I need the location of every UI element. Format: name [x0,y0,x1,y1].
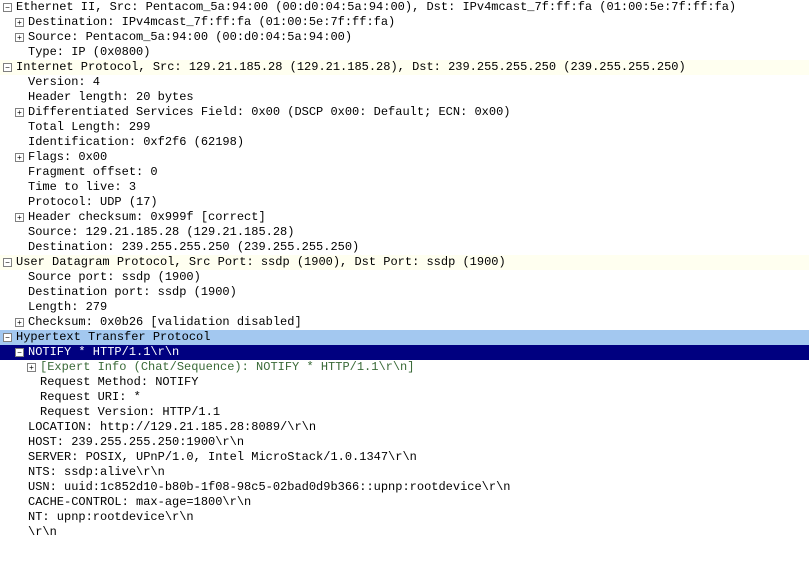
plus-icon[interactable]: + [15,213,24,222]
http-version-text: Request Version: HTTP/1.1 [40,405,220,420]
minus-icon[interactable]: − [3,258,12,267]
udp-len-text: Length: 279 [28,300,107,315]
ip-dsf-text: Differentiated Services Field: 0x00 (DSC… [28,105,510,120]
plus-icon[interactable]: + [15,108,24,117]
http-uri-text: Request URI: * [40,390,141,405]
http-server-text: SERVER: POSIX, UPnP/1.0, Intel MicroStac… [28,450,417,465]
ethernet-header-row[interactable]: − Ethernet II, Src: Pentacom_5a:94:00 (0… [0,0,809,15]
ip-ttl-row[interactable]: Time to live: 3 [0,180,809,195]
plus-icon[interactable]: + [15,18,24,27]
http-version-row[interactable]: Request Version: HTTP/1.1 [0,405,809,420]
http-nts-row[interactable]: NTS: ssdp:alive\r\n [0,465,809,480]
ip-chksum-row[interactable]: + Header checksum: 0x999f [correct] [0,210,809,225]
minus-icon[interactable]: − [3,333,12,342]
http-nt-text: NT: upnp:rootdevice\r\n [28,510,194,525]
ip-flags-text: Flags: 0x00 [28,150,107,165]
http-method-row[interactable]: Request Method: NOTIFY [0,375,809,390]
ip-header-row[interactable]: − Internet Protocol, Src: 129.21.185.28 … [0,60,809,75]
udp-srcport-row[interactable]: Source port: ssdp (1900) [0,270,809,285]
minus-icon[interactable]: − [3,63,12,72]
ip-frag-row[interactable]: Fragment offset: 0 [0,165,809,180]
plus-icon[interactable]: + [15,318,24,327]
ethernet-header-text: Ethernet II, Src: Pentacom_5a:94:00 (00:… [16,0,736,15]
ip-version-row[interactable]: Version: 4 [0,75,809,90]
ip-ident-text: Identification: 0xf2f6 (62198) [28,135,244,150]
udp-dstport-text: Destination port: ssdp (1900) [28,285,237,300]
http-host-text: HOST: 239.255.255.250:1900\r\n [28,435,244,450]
plus-icon[interactable]: + [27,363,36,372]
http-crlf-row[interactable]: \r\n [0,525,809,540]
eth-type-text: Type: IP (0x0800) [28,45,150,60]
ip-src-text: Source: 129.21.185.28 (129.21.185.28) [28,225,294,240]
minus-icon[interactable]: − [3,3,12,12]
ip-tlen-row[interactable]: Total Length: 299 [0,120,809,135]
ip-chksum-text: Header checksum: 0x999f [correct] [28,210,266,225]
http-nts-text: NTS: ssdp:alive\r\n [28,465,165,480]
http-cache-text: CACHE-CONTROL: max-age=1800\r\n [28,495,251,510]
eth-dst-row[interactable]: + Destination: IPv4mcast_7f:ff:fa (01:00… [0,15,809,30]
ip-proto-text: Protocol: UDP (17) [28,195,158,210]
ip-dst-row[interactable]: Destination: 239.255.255.250 (239.255.25… [0,240,809,255]
ip-tlen-text: Total Length: 299 [28,120,150,135]
http-request-text: NOTIFY * HTTP/1.1\r\n [28,345,179,360]
http-location-text: LOCATION: http://129.21.185.28:8089/\r\n [28,420,316,435]
http-usn-row[interactable]: USN: uuid:1c852d10-b80b-1f08-98c5-02bad0… [0,480,809,495]
ip-proto-row[interactable]: Protocol: UDP (17) [0,195,809,210]
http-uri-row[interactable]: Request URI: * [0,390,809,405]
http-nt-row[interactable]: NT: upnp:rootdevice\r\n [0,510,809,525]
plus-icon[interactable]: + [15,33,24,42]
http-host-row[interactable]: HOST: 239.255.255.250:1900\r\n [0,435,809,450]
http-server-row[interactable]: SERVER: POSIX, UPnP/1.0, Intel MicroStac… [0,450,809,465]
eth-src-row[interactable]: + Source: Pentacom_5a:94:00 (00:d0:04:5a… [0,30,809,45]
ip-dsf-row[interactable]: + Differentiated Services Field: 0x00 (D… [0,105,809,120]
ip-src-row[interactable]: Source: 129.21.185.28 (129.21.185.28) [0,225,809,240]
http-method-text: Request Method: NOTIFY [40,375,198,390]
minus-icon[interactable]: − [15,348,24,357]
http-expert-text: [Expert Info (Chat/Sequence): NOTIFY * H… [40,360,414,375]
ip-hlen-row[interactable]: Header length: 20 bytes [0,90,809,105]
eth-src-text: Source: Pentacom_5a:94:00 (00:d0:04:5a:9… [28,30,352,45]
eth-dst-text: Destination: IPv4mcast_7f:ff:fa (01:00:5… [28,15,395,30]
http-request-row[interactable]: − NOTIFY * HTTP/1.1\r\n [0,345,809,360]
udp-dstport-row[interactable]: Destination port: ssdp (1900) [0,285,809,300]
ip-dst-text: Destination: 239.255.255.250 (239.255.25… [28,240,359,255]
udp-header-text: User Datagram Protocol, Src Port: ssdp (… [16,255,506,270]
http-usn-text: USN: uuid:1c852d10-b80b-1f08-98c5-02bad0… [28,480,510,495]
udp-chksum-text: Checksum: 0x0b26 [validation disabled] [28,315,302,330]
http-location-row[interactable]: LOCATION: http://129.21.185.28:8089/\r\n [0,420,809,435]
ip-ident-row[interactable]: Identification: 0xf2f6 (62198) [0,135,809,150]
http-header-text: Hypertext Transfer Protocol [16,330,210,345]
udp-header-row[interactable]: − User Datagram Protocol, Src Port: ssdp… [0,255,809,270]
http-header-row[interactable]: − Hypertext Transfer Protocol [0,330,809,345]
plus-icon[interactable]: + [15,153,24,162]
http-cache-row[interactable]: CACHE-CONTROL: max-age=1800\r\n [0,495,809,510]
ip-header-text: Internet Protocol, Src: 129.21.185.28 (1… [16,60,686,75]
http-crlf-text: \r\n [28,525,57,540]
ip-flags-row[interactable]: + Flags: 0x00 [0,150,809,165]
udp-len-row[interactable]: Length: 279 [0,300,809,315]
eth-type-row[interactable]: Type: IP (0x0800) [0,45,809,60]
ip-ttl-text: Time to live: 3 [28,180,136,195]
ip-hlen-text: Header length: 20 bytes [28,90,194,105]
http-expert-row[interactable]: + [Expert Info (Chat/Sequence): NOTIFY *… [0,360,809,375]
ip-version-text: Version: 4 [28,75,100,90]
udp-chksum-row[interactable]: + Checksum: 0x0b26 [validation disabled] [0,315,809,330]
ip-frag-text: Fragment offset: 0 [28,165,158,180]
udp-srcport-text: Source port: ssdp (1900) [28,270,201,285]
